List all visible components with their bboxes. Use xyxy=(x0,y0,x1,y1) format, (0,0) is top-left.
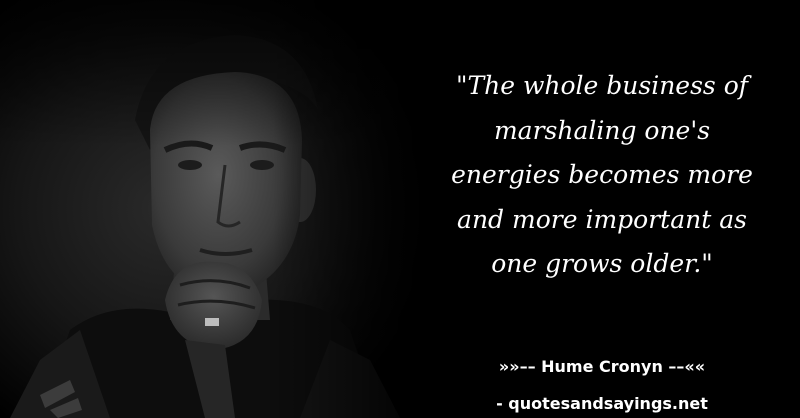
quote-card: "The whole business of marshaling one's … xyxy=(0,0,800,418)
author-line: »»–– Hume Cronyn ––«« xyxy=(498,357,706,376)
portrait-photo xyxy=(0,0,440,418)
quote-text: "The whole business of marshaling one's … xyxy=(451,71,753,279)
site-label: - quotesandsayings.net xyxy=(496,394,708,413)
